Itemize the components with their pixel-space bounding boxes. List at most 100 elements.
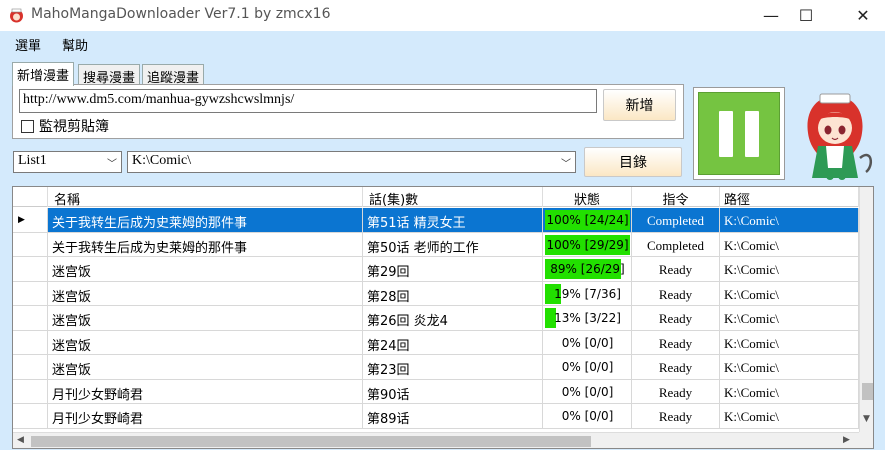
progress-bar: 13% [3/22] bbox=[545, 308, 630, 328]
row-indicator[interactable] bbox=[13, 404, 48, 428]
close-icon: ✕ bbox=[856, 6, 870, 25]
directory-button[interactable]: 目錄 bbox=[584, 147, 682, 177]
checkbox-box[interactable] bbox=[21, 119, 34, 133]
cell-status: 0% [0/0] bbox=[543, 355, 632, 379]
url-input[interactable]: http://www.dm5.com/manhua-gywzshcwslmnjs… bbox=[19, 89, 597, 113]
pause-bar-right bbox=[745, 110, 759, 157]
cell-path: K:\Comic\ bbox=[720, 330, 859, 355]
row-indicator[interactable] bbox=[13, 232, 48, 257]
progress-bar: 0% [0/0] bbox=[545, 381, 630, 402]
cell-status: 0% [0/0] bbox=[543, 330, 632, 355]
horizontal-scroll-thumb[interactable] bbox=[31, 436, 591, 447]
cell-episode: 第24回 bbox=[363, 330, 543, 355]
chevron-down-icon: ﹀ bbox=[561, 159, 571, 170]
row-indicator[interactable] bbox=[13, 355, 48, 379]
scroll-down-icon[interactable]: ▼ bbox=[863, 414, 870, 424]
cell-path: K:\Comic\ bbox=[720, 355, 859, 379]
mascot-image bbox=[807, 93, 873, 180]
window-title: MahoMangaDownloader Ver7.1 by zmcx16 bbox=[31, 6, 331, 22]
header-command[interactable]: 指令 bbox=[632, 187, 720, 208]
row-indicator[interactable] bbox=[13, 306, 48, 330]
cell-command: Ready bbox=[632, 306, 720, 330]
cell-name: 迷宫饭 bbox=[48, 355, 363, 379]
tab-search-manga[interactable]: 搜尋漫畫 bbox=[78, 64, 141, 86]
cell-status: 0% [0/0] bbox=[543, 379, 632, 404]
tab-add-manga[interactable]: 新增漫畫 bbox=[12, 62, 75, 86]
scroll-left-icon[interactable]: ◀ bbox=[17, 435, 24, 445]
cell-name: 月刊少女野崎君 bbox=[48, 404, 363, 428]
table-row[interactable]: 迷宫饭 第26回 炎龙4 13% [3/22] Ready K:\Comic\ bbox=[13, 306, 859, 331]
maximize-button[interactable]: ☐ bbox=[783, 0, 829, 31]
row-indicator[interactable]: ▶ bbox=[13, 208, 48, 232]
scrollbar-corner bbox=[859, 432, 873, 448]
cell-command: Completed bbox=[632, 232, 720, 257]
cell-path: K:\Comic\ bbox=[720, 257, 859, 281]
app-logo-icon bbox=[10, 8, 23, 23]
menu-item-help[interactable]: 幫助 bbox=[62, 35, 88, 54]
row-indicator[interactable] bbox=[13, 281, 48, 306]
cell-status: 89% [26/29] bbox=[543, 257, 632, 281]
cell-path: K:\Comic\ bbox=[720, 208, 859, 232]
vertical-scrollbar[interactable]: ▼ bbox=[859, 187, 873, 432]
progress-bar: 100% [29/29] bbox=[545, 234, 630, 255]
cell-status: 0% [0/0] bbox=[543, 404, 632, 428]
menu-bar: 選單 幫助 bbox=[0, 31, 885, 57]
cell-name: 迷宫饭 bbox=[48, 257, 363, 281]
progress-bar: 100% [24/24] bbox=[545, 210, 630, 230]
close-button[interactable]: ✕ bbox=[840, 0, 885, 31]
cell-name: 迷宫饭 bbox=[48, 306, 363, 330]
cell-command: Ready bbox=[632, 330, 720, 355]
cell-name: 月刊少女野崎君 bbox=[48, 379, 363, 404]
header-episode[interactable]: 話(集)數 bbox=[363, 187, 543, 208]
minimize-icon: — bbox=[763, 6, 779, 25]
cell-episode: 第90话 bbox=[363, 379, 543, 404]
table-row[interactable]: 月刊少女野崎君 第89话 0% [0/0] Ready K:\Comic\ bbox=[13, 404, 859, 429]
cell-episode: 第23回 bbox=[363, 355, 543, 379]
path-dropdown[interactable]: K:\Comic\ ﹀ bbox=[127, 151, 576, 173]
progress-text: 100% [24/24] bbox=[546, 213, 629, 227]
table-row[interactable]: 迷宫饭 第29回 89% [26/29] Ready K:\Comic\ bbox=[13, 257, 859, 282]
table-row[interactable]: 迷宫饭 第24回 0% [0/0] Ready K:\Comic\ bbox=[13, 330, 859, 355]
pause-button[interactable] bbox=[693, 87, 785, 180]
progress-text: 0% [0/0] bbox=[561, 409, 614, 423]
table-row[interactable]: ▶ 关于我转生后成为史莱姆的那件事 第51话 精灵女王 100% [24/24] Com… bbox=[13, 208, 859, 233]
progress-text: 0% [0/0] bbox=[561, 360, 614, 374]
header-status[interactable]: 狀態 bbox=[543, 187, 632, 208]
cell-command: Ready bbox=[632, 355, 720, 379]
row-indicator[interactable] bbox=[13, 330, 48, 355]
table-row[interactable]: 迷宫饭 第28回 19% [7/36] Ready K:\Comic\ bbox=[13, 281, 859, 306]
cell-name: 关于我转生后成为史莱姆的那件事 bbox=[48, 232, 363, 257]
cell-episode: 第29回 bbox=[363, 257, 543, 281]
cell-command: Ready bbox=[632, 404, 720, 428]
cell-episode: 第51话 精灵女王 bbox=[363, 208, 543, 232]
row-indicator[interactable] bbox=[13, 257, 48, 281]
cell-status: 100% [29/29] bbox=[543, 232, 632, 257]
vertical-scroll-thumb[interactable] bbox=[862, 383, 873, 400]
cell-command: Ready bbox=[632, 379, 720, 404]
tab-track-manga[interactable]: 追蹤漫畫 bbox=[142, 64, 205, 86]
monitor-clipboard-checkbox[interactable]: 監視剪貼簿 bbox=[21, 116, 109, 136]
progress-bar: 0% [0/0] bbox=[545, 357, 630, 377]
table-row[interactable]: 迷宫饭 第23回 0% [0/0] Ready K:\Comic\ bbox=[13, 355, 859, 380]
add-button[interactable]: 新增 bbox=[603, 89, 676, 121]
cell-episode: 第89话 bbox=[363, 404, 543, 428]
horizontal-scrollbar[interactable]: ◀ ▶ bbox=[13, 432, 859, 448]
scroll-right-icon[interactable]: ▶ bbox=[843, 435, 850, 445]
menu-item-select[interactable]: 選單 bbox=[15, 35, 41, 54]
progress-text: 13% [3/22] bbox=[554, 311, 621, 325]
title-bar: MahoMangaDownloader Ver7.1 by zmcx16 — ☐… bbox=[0, 0, 885, 31]
progress-bar: 19% [7/36] bbox=[545, 283, 630, 304]
header-path[interactable]: 路徑 bbox=[720, 187, 859, 208]
table-row[interactable]: 关于我转生后成为史莱姆的那件事 第50话 老师的工作 100% [29/29] Com… bbox=[13, 232, 859, 257]
list-dropdown-value: List1 bbox=[18, 153, 47, 168]
list-dropdown[interactable]: List1 ﹀ bbox=[13, 151, 122, 173]
header-name[interactable]: 名稱 bbox=[48, 187, 363, 208]
cell-name: 迷宫饭 bbox=[48, 330, 363, 355]
monitor-clipboard-label: 監視剪貼簿 bbox=[39, 119, 109, 135]
progress-text: 100% [29/29] bbox=[546, 237, 629, 252]
cell-name: 关于我转生后成为史莱姆的那件事 bbox=[48, 208, 363, 232]
row-indicator[interactable] bbox=[13, 379, 48, 404]
cell-path: K:\Comic\ bbox=[720, 306, 859, 330]
cell-status: 13% [3/22] bbox=[543, 306, 632, 330]
table-row[interactable]: 月刊少女野崎君 第90话 0% [0/0] Ready K:\Comic\ bbox=[13, 379, 859, 404]
